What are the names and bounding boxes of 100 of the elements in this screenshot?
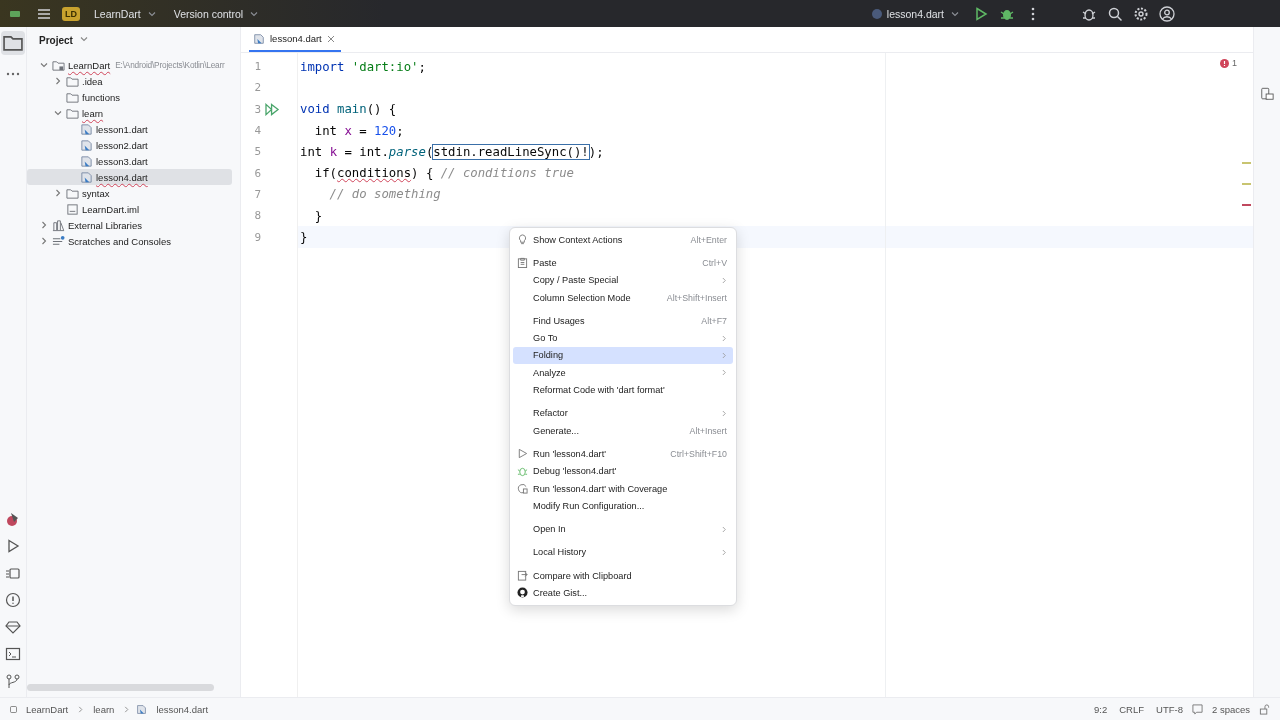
lightbulb-icon — [517, 234, 528, 246]
chevron-right-icon[interactable] — [54, 189, 62, 197]
device-manager-icon[interactable] — [1260, 87, 1274, 101]
unlock-icon[interactable] — [1259, 703, 1270, 715]
chevron-down-icon[interactable] — [40, 61, 48, 69]
menu-item[interactable]: Column Selection Mode Alt+Shift+Insert — [513, 288, 733, 307]
folder-icon[interactable] — [1, 31, 25, 55]
search-icon[interactable] — [1107, 5, 1123, 22]
scratches-icon — [52, 234, 65, 248]
chevron-down-icon — [250, 9, 259, 18]
chevron-right-icon[interactable] — [40, 237, 48, 245]
menu-item[interactable]: Folding — [513, 346, 733, 365]
menu-item[interactable]: Run 'lesson4.dart' with Coverage — [513, 479, 733, 498]
terminal-icon[interactable] — [5, 646, 21, 662]
tree-item[interactable]: lesson1.dart — [27, 121, 232, 137]
menu-item[interactable]: Refactor — [513, 404, 733, 422]
tree-item-label: LearnDart — [68, 59, 111, 71]
error-count[interactable]: 1 — [1232, 58, 1237, 68]
menu-item[interactable]: Find Usages Alt+F7 — [513, 312, 733, 330]
menu-item[interactable]: Show Context Actions Alt+Enter — [513, 231, 733, 249]
caret-position[interactable]: 9:2 — [1091, 703, 1111, 715]
run-configuration-selector[interactable]: lesson4.dart — [866, 7, 963, 20]
chevron-right-icon[interactable] — [40, 221, 48, 229]
library-icon — [52, 218, 65, 232]
tree-item[interactable]: LearnDart.iml — [27, 201, 232, 217]
breadcrumb[interactable]: learn — [90, 703, 118, 715]
services-icon[interactable] — [5, 565, 21, 581]
tree-item-label: External Libraries — [68, 219, 142, 231]
tree-item[interactable]: learn — [27, 105, 232, 121]
editor-tab[interactable]: lesson4.dart — [249, 27, 341, 52]
line-number: 1 — [253, 60, 261, 74]
project-badge: LD — [62, 6, 80, 21]
menu-item[interactable]: Go To — [513, 329, 733, 347]
menu-item[interactable]: Local History — [513, 543, 733, 562]
tree-item[interactable]: .idea — [27, 73, 232, 89]
project-view-menu[interactable]: Project — [33, 33, 94, 47]
menu-item[interactable]: Compare with Clipboard — [513, 567, 733, 585]
menu-item[interactable]: Open In — [513, 520, 733, 538]
chevron-right-icon[interactable] — [54, 77, 62, 85]
menu-item[interactable]: Analyze — [513, 364, 733, 382]
chevron-down-icon[interactable] — [54, 109, 62, 117]
tree-item-label: functions — [82, 91, 121, 103]
line-number: 6 — [253, 166, 261, 180]
run-icon — [517, 448, 528, 460]
menu-item[interactable]: Copy / Paste Special — [513, 271, 733, 289]
settings-icon[interactable] — [1133, 5, 1149, 22]
breadcrumb[interactable]: LearnDart — [23, 703, 72, 715]
error-marker[interactable] — [1242, 204, 1251, 206]
error-icon[interactable] — [1220, 58, 1229, 68]
menu-item[interactable]: Run 'lesson4.dart' Ctrl+Shift+F10 — [513, 445, 733, 463]
warning-marker[interactable] — [1242, 162, 1251, 164]
tree-item[interactable]: LearnDart E:\Android\Projects\Kotlin\Learr — [27, 57, 232, 73]
compare-icon — [517, 570, 528, 582]
menu-item[interactable]: Generate... Alt+Insert — [513, 421, 733, 440]
line-number: 8 — [253, 209, 261, 223]
run-icon[interactable] — [5, 538, 21, 554]
breadcrumb[interactable]: lesson4.dart — [153, 703, 212, 715]
code-line: } — [300, 230, 308, 244]
menu-item[interactable]: Modify Run Configuration... — [513, 497, 733, 515]
project-switcher[interactable]: LearnDart — [90, 7, 160, 20]
comment-icon[interactable] — [1191, 703, 1203, 715]
account-icon[interactable] — [1159, 5, 1175, 22]
run-icon[interactable] — [973, 5, 989, 22]
line-number: 9 — [253, 230, 261, 244]
module-icon — [10, 705, 17, 713]
vcs-menu[interactable]: Version control — [169, 7, 263, 20]
menu-item[interactable]: Reformat Code with 'dart format' — [513, 381, 733, 399]
dart-analysis-icon[interactable] — [5, 511, 21, 527]
coverage-icon — [517, 483, 528, 494]
code-line: void main() { — [300, 102, 397, 117]
encoding-selector[interactable]: UTF-8 — [1153, 703, 1186, 715]
menu-item[interactable]: Paste Ctrl+V — [513, 254, 733, 272]
indent-selector[interactable]: 2 spaces — [1208, 703, 1253, 715]
folder-icon — [66, 186, 79, 200]
chevron-down-icon — [951, 9, 959, 18]
module-folder-icon — [52, 58, 65, 72]
run-gutter-icon[interactable] — [265, 102, 280, 116]
tree-item[interactable]: lesson3.dart — [27, 153, 232, 169]
close-icon[interactable] — [326, 34, 335, 43]
tree-item[interactable]: Scratches and Consoles — [27, 233, 232, 249]
menu-item[interactable]: Create Gist... — [513, 584, 733, 602]
tree-item[interactable]: syntax — [27, 185, 232, 201]
app-icon[interactable] — [10, 10, 20, 17]
tree-item-label: lesson1.dart — [96, 123, 148, 135]
line-number: 2 — [253, 81, 261, 95]
line-ending-selector[interactable]: CRLF — [1116, 703, 1148, 715]
gem-icon[interactable] — [5, 619, 21, 635]
problems-icon[interactable] — [5, 592, 21, 608]
tree-item[interactable]: External Libraries — [27, 217, 232, 233]
dart-file-icon — [80, 154, 93, 168]
tree-item[interactable]: functions — [27, 89, 232, 105]
horizontal-scrollbar[interactable] — [27, 684, 214, 691]
warning-marker[interactable] — [1242, 183, 1251, 185]
file-icon — [66, 202, 79, 216]
line-number: 3 — [253, 102, 261, 116]
tree-item[interactable]: lesson2.dart — [27, 137, 232, 153]
line-number: 7 — [253, 187, 261, 201]
tree-item[interactable]: lesson4.dart — [27, 169, 232, 185]
menu-item[interactable]: Debug 'lesson4.dart' — [513, 462, 733, 480]
git-icon[interactable] — [5, 673, 21, 689]
